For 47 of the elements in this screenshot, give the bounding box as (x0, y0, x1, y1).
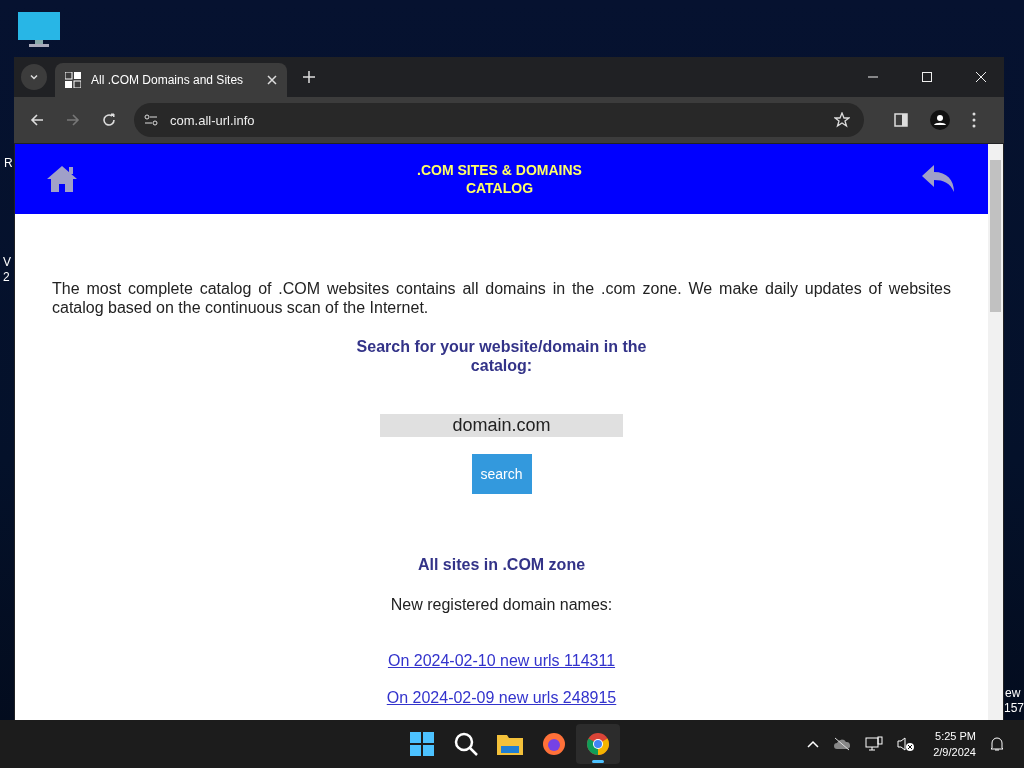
date-link[interactable]: On 2024-02-09 new urls 248915 (386, 689, 617, 707)
address-text: com.all-url.info (170, 112, 255, 128)
bell-icon[interactable] (990, 736, 1004, 752)
active-indicator (592, 760, 604, 763)
search-heading: Search for your website/domain in the catalog: (355, 337, 648, 375)
new-domains-label: New registered domain names: (390, 596, 613, 614)
back-icon[interactable] (30, 113, 44, 127)
home-icon[interactable] (45, 164, 79, 194)
cloud-icon[interactable] (833, 737, 852, 751)
zone-heading: All sites in .COM zone (417, 556, 586, 574)
desktop-label[interactable]: R (4, 156, 13, 170)
desktop-label[interactable]: V (3, 255, 11, 269)
desktop-label[interactable]: 2 (3, 270, 10, 284)
fox-globe-icon[interactable] (542, 732, 566, 756)
close-icon[interactable] (975, 71, 987, 83)
menu-icon[interactable] (972, 112, 976, 128)
date-link[interactable]: On 2024-02-10 new urls 114311 (387, 652, 616, 670)
speaker-muted-icon[interactable] (897, 736, 916, 752)
chevron-down-icon (29, 72, 39, 82)
windows-logo-icon[interactable] (410, 732, 434, 756)
search-field[interactable]: domain.com (380, 414, 623, 437)
profile-icon[interactable] (930, 110, 950, 130)
chevron-up-icon[interactable] (807, 740, 820, 748)
maximize-icon[interactable] (921, 71, 933, 83)
intro-paragraph: The most complete catalog of .COM websites contains all domains in the .com zone. We make daily updates of websites catalog based on the continuous scan of the Internet. (52, 279, 951, 317)
grid-icon (65, 72, 81, 88)
forward-icon[interactable] (66, 113, 80, 127)
monitor-icon[interactable] (17, 11, 61, 49)
clock-time: 5:25 PM (935, 729, 976, 744)
reload-icon[interactable] (102, 113, 116, 127)
search-icon[interactable] (454, 732, 478, 756)
browser-tab[interactable]: All .COM Domains and Sites (55, 63, 287, 97)
desktop-label[interactable]: ew (1005, 686, 1021, 700)
folder-icon[interactable] (497, 733, 523, 755)
plus-icon[interactable] (303, 71, 315, 83)
site-title: .COM SITES & DOMAINS CATALOG (416, 161, 583, 197)
clock-date: 2/9/2024 (933, 745, 976, 760)
scrollbar[interactable] (988, 144, 1003, 720)
network-icon[interactable] (865, 736, 884, 752)
clock[interactable]: 5:25 PM 2/9/2024 (933, 728, 976, 760)
address-bar[interactable]: com.all-url.info (134, 103, 864, 137)
chrome-icon[interactable] (586, 732, 610, 756)
side-panel-icon[interactable] (894, 113, 908, 127)
site-settings-icon[interactable] (144, 114, 158, 126)
close-icon[interactable] (267, 75, 277, 85)
star-icon[interactable] (834, 112, 850, 128)
desktop-label[interactable]: 157 (1004, 701, 1024, 715)
